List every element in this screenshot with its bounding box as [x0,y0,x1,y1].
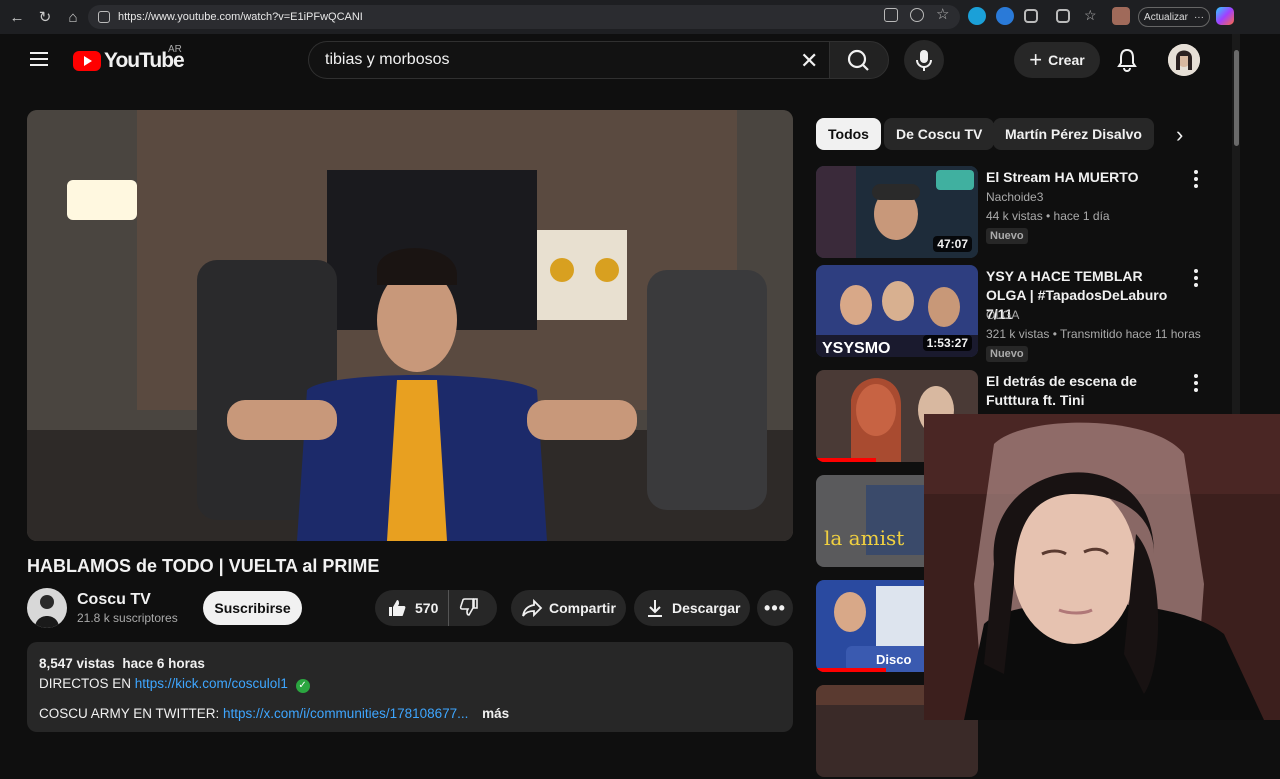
update-label: Actualizar [1144,11,1188,23]
vertical-dots-icon[interactable] [1194,170,1198,191]
svg-text:YSYSMO: YSYSMO [822,340,890,357]
back-icon[interactable]: ← [6,6,28,28]
webcam-feed [924,414,1280,720]
split-screen-icon[interactable] [1056,9,1070,23]
kick-link[interactable]: https://kick.com/cosculol1 [135,676,288,691]
rec-duration: 1:53:27 [922,335,972,351]
channel-name[interactable]: Coscu TV [77,591,151,609]
search-button[interactable] [829,41,889,79]
like-dislike-group: 570 [375,590,497,626]
vertical-dots-icon[interactable] [1194,374,1198,395]
vertical-dots-icon[interactable] [1194,269,1198,290]
show-more-link[interactable]: más [482,706,509,721]
plus-icon: + [1029,47,1043,72]
like-button[interactable]: 570 [375,590,450,626]
favorite-star-icon[interactable]: ☆ [936,7,949,22]
more-dots-icon: ··· [1193,11,1204,23]
svg-text:la amist: la amist [824,526,904,550]
create-label: Crear [1048,52,1085,68]
zoom-icon[interactable] [910,8,924,22]
svg-text:Disco: Disco [876,652,911,667]
description-text: DIRECTOS EN [39,676,135,691]
microphone-icon [916,50,932,71]
rec-badge: Nuevo [986,346,1028,362]
webcam-overlay [924,414,1280,720]
rec-duration: 47:07 [933,236,972,252]
share-icon [522,598,543,618]
rec-meta: 44 k vistas • hace 1 día [986,209,1110,223]
thumbs-up-icon [389,600,406,616]
video-player[interactable] [27,110,793,541]
rec-title[interactable]: El detrás de escena de Futttura ft. Tini [986,372,1186,410]
rec-item[interactable]: YSYSMO 1:53:27 YSY A HACE TEMBLAR OLGA |… [816,265,1230,362]
download-label: Descargar [672,600,741,616]
dislike-button[interactable] [449,597,479,620]
share-button[interactable]: Compartir [511,590,626,626]
clear-search-icon[interactable]: ✕ [800,48,818,74]
scrollbar-thumb[interactable] [1234,50,1239,146]
download-button[interactable]: Descargar [634,590,750,626]
rec-channel[interactable]: Nachoide3 [986,190,1043,204]
search-input[interactable]: tibias y morbosos [308,41,830,79]
description-box[interactable]: 8,547 vistas hace 6 horas DIRECTOS EN ht… [27,642,793,732]
chevron-right-icon[interactable]: › [1176,122,1183,148]
rec-title[interactable]: El Stream HA MUERTO [986,168,1186,187]
more-actions-button[interactable]: ••• [757,590,793,626]
rec-badge: Nuevo [986,228,1028,244]
rec-thumbnail[interactable]: YSYSMO 1:53:27 [816,265,978,357]
notifications-bell-icon[interactable] [1116,48,1138,77]
subscriber-count: 21.8 k suscriptores [77,611,178,625]
extensions-puzzle-icon[interactable] [1024,9,1038,23]
extension-icon-1[interactable] [968,7,986,25]
address-bar-actions: ☆ [884,7,949,22]
menu-icon[interactable] [30,52,48,66]
upload-time: hace 6 horas [122,656,205,671]
reader-view-icon[interactable] [884,8,898,22]
youtube-play-icon [73,51,101,71]
share-label: Compartir [549,600,616,616]
search-icon [847,49,869,71]
profile-icon[interactable] [1112,7,1130,25]
chip-martin-perez-disalvo[interactable]: Martín Pérez Disalvo [993,118,1154,150]
country-code: AR [168,44,182,55]
home-icon[interactable]: ⌂ [62,6,84,28]
verified-check-icon: ✓ [295,679,310,693]
video-title: HABLAMOS de TODO | VUELTA al PRIME [27,556,380,576]
channel-avatar[interactable] [27,588,67,628]
favorites-icon[interactable]: ☆ [1084,7,1097,24]
rec-item[interactable]: 47:07 El Stream HA MUERTO Nachoide3 44 k… [816,166,1230,260]
more-horizontal-icon: ••• [764,597,786,618]
voice-search-button[interactable] [904,40,944,80]
update-button[interactable]: Actualizar ··· [1138,7,1210,27]
like-count: 570 [415,600,439,616]
chip-de-coscu-tv[interactable]: De Coscu TV [884,118,995,150]
copilot-icon[interactable] [1216,7,1234,25]
user-avatar[interactable] [1168,44,1200,76]
description-text-2: COSCU ARMY EN TWITTER: [39,706,224,721]
subscribe-button[interactable]: Suscribirse [203,591,302,625]
rec-thumbnail[interactable]: 47:07 [816,166,978,258]
video-frame [27,110,793,541]
url-text: https://www.youtube.com/watch?v=E1iPFwQC… [118,11,363,23]
refresh-icon[interactable]: ↻ [34,6,56,28]
rec-channel[interactable]: OLGA [986,308,1019,322]
create-button[interactable]: + Crear [1014,42,1100,78]
site-info-icon[interactable] [98,11,110,23]
download-icon [648,600,662,617]
address-bar[interactable]: https://www.youtube.com/watch?v=E1iPFwQC… [88,5,960,29]
chip-todos[interactable]: Todos [816,118,881,150]
search-value: tibias y morbosos [325,51,450,68]
rec-meta: 321 k vistas • Transmitido hace 11 horas [986,327,1201,341]
view-count: 8,547 vistas [39,656,115,671]
thumbs-down-icon [460,597,479,616]
extension-icon-2[interactable] [996,7,1014,25]
twitter-link[interactable]: https://x.com/i/communities/178108677... [223,706,468,721]
